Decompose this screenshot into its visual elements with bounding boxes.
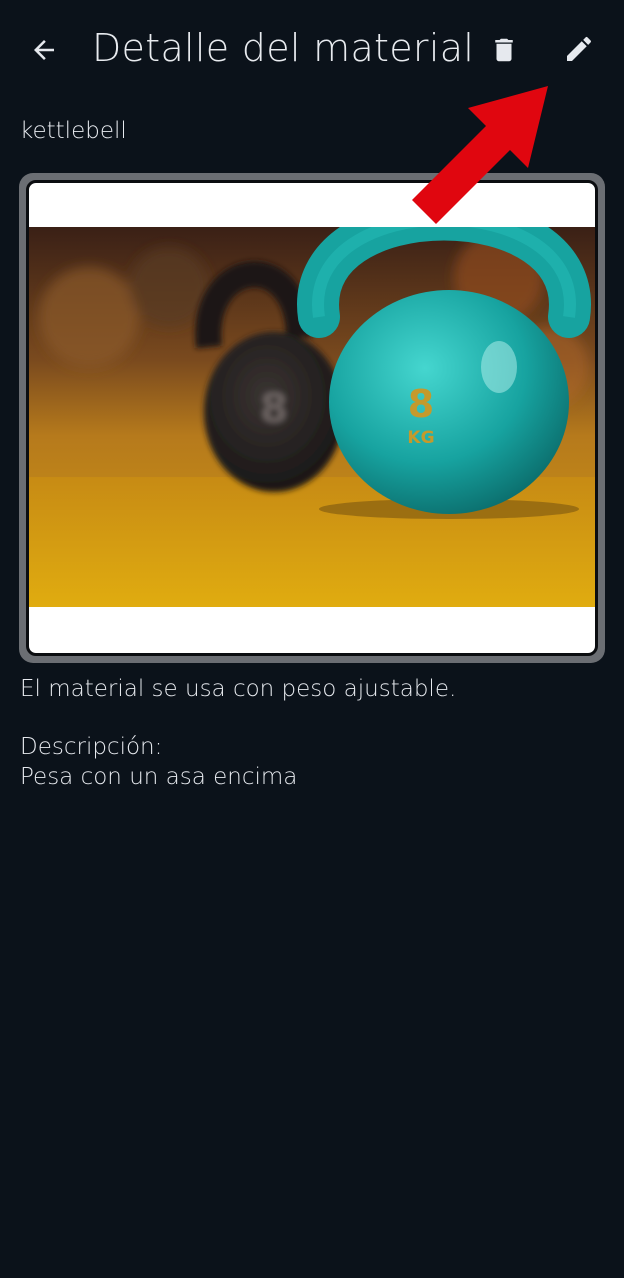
back-button[interactable] bbox=[22, 28, 66, 72]
delete-button[interactable] bbox=[482, 28, 526, 72]
kettlebell-unit: KG bbox=[407, 428, 434, 448]
usage-text: El material se usa con peso ajustable. bbox=[20, 676, 457, 702]
arrow-back-icon bbox=[34, 40, 54, 60]
material-name: kettlebell bbox=[20, 118, 127, 144]
svg-text:8: 8 bbox=[260, 386, 288, 432]
image-frame: 8 8 KG bbox=[19, 173, 605, 663]
page-title: Detalle del material bbox=[92, 26, 475, 70]
trash-icon bbox=[495, 38, 513, 62]
edit-button[interactable] bbox=[556, 26, 602, 72]
app-bar: Detalle del material bbox=[0, 0, 624, 100]
image-card: 8 8 KG bbox=[26, 180, 598, 656]
pencil-icon bbox=[567, 36, 592, 61]
description-text: Pesa con un asa encima bbox=[20, 764, 298, 790]
description-label: Descripción: bbox=[20, 734, 163, 760]
kettlebell-photo: 8 8 KG bbox=[29, 227, 595, 607]
kettlebell-number: 8 bbox=[408, 382, 434, 426]
